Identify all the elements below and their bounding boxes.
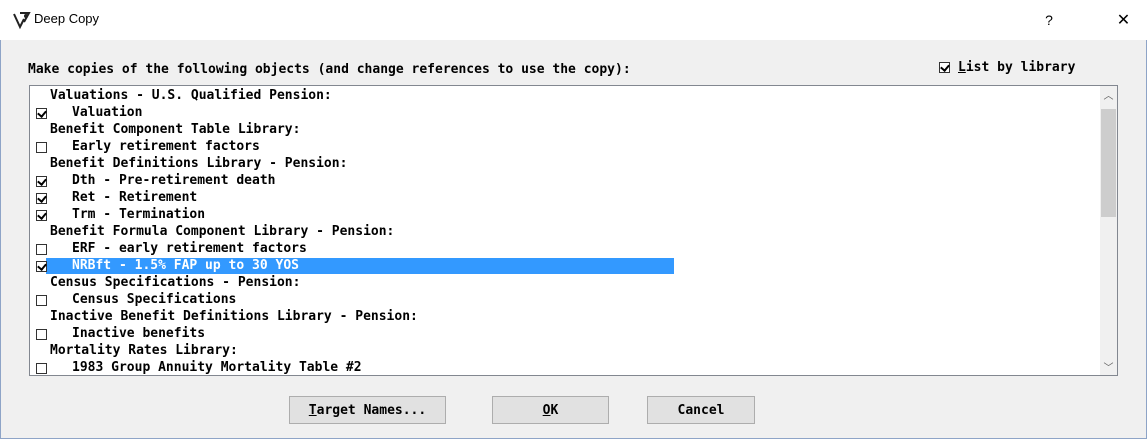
list-item[interactable]: Valuation (30, 105, 1100, 122)
vertical-scrollbar[interactable]: ︿ ﹀ (1100, 86, 1117, 375)
close-button[interactable]: ✕ (1100, 0, 1147, 40)
list-item[interactable]: Trm - Termination (30, 207, 1100, 224)
list-item-label: Trm - Termination (72, 207, 206, 222)
list-item-checkbox[interactable] (36, 329, 47, 340)
window-title: Deep Copy (34, 11, 100, 26)
list-group-header: Inactive Benefit Definitions Library - P… (30, 309, 1100, 326)
list-by-library-check-icon[interactable] (939, 62, 950, 73)
list-item[interactable]: Inactive benefits (30, 326, 1100, 343)
list-item-checkbox[interactable] (36, 108, 47, 119)
group-header-label: Benefit Definitions Library - Pension: (50, 156, 348, 171)
app-logo-icon (13, 12, 31, 30)
list-item[interactable]: ERF - early retirement factors (30, 241, 1100, 258)
list-item-label: NRBft - 1.5% FAP up to 30 YOS (72, 258, 299, 273)
list-item-label: Ret - Retirement (72, 190, 198, 205)
list-item-label: 1983 Group Annuity Mortality Table #2 (72, 360, 362, 375)
list-item-label: ERF - early retirement factors (72, 241, 307, 256)
list-item-label: Valuation (72, 105, 143, 120)
list-group-header: Benefit Definitions Library - Pension: (30, 156, 1100, 173)
ok-button[interactable]: OK (492, 396, 609, 424)
target-names-button[interactable]: Target Names... (289, 396, 446, 424)
list-item-checkbox[interactable] (36, 261, 47, 272)
list-group-header: Valuations - U.S. Qualified Pension: (30, 88, 1100, 105)
group-header-label: Valuations - U.S. Qualified Pension: (50, 88, 332, 103)
list-group-header: Benefit Component Table Library: (30, 122, 1100, 139)
list-group-header: Benefit Formula Component Library - Pens… (30, 224, 1100, 241)
objects-listbox[interactable]: Valuations - U.S. Qualified Pension: Valu… (29, 85, 1118, 376)
title-bar[interactable]: Deep Copy ? ✕ (0, 0, 1147, 40)
group-header-label: Inactive Benefit Definitions Library - P… (50, 309, 418, 324)
list-item-checkbox[interactable] (36, 244, 47, 255)
list-item-checkbox[interactable] (36, 295, 47, 306)
chevron-up-icon[interactable]: ︿ (1100, 86, 1117, 103)
list-item-label: Early retirement factors (72, 139, 260, 154)
list-item-label: Census Specifications (72, 292, 237, 307)
chevron-down-icon[interactable]: ﹀ (1100, 358, 1117, 375)
group-header-label: Census Specifications - Pension: (50, 275, 301, 290)
group-header-label: Benefit Component Table Library: (50, 122, 301, 137)
list-item[interactable]: 1983 Group Annuity Mortality Table #2 (30, 360, 1100, 375)
list-item[interactable]: Census Specifications (30, 292, 1100, 309)
list-item-checkbox[interactable] (36, 363, 47, 374)
list-item-label: Dth - Pre-retirement death (72, 173, 276, 188)
list-by-library-label: List by library (958, 60, 1076, 75)
list-item[interactable]: Dth - Pre-retirement death (30, 173, 1100, 190)
group-header-label: Benefit Formula Component Library - Pens… (50, 224, 395, 239)
list-item-checkbox[interactable] (36, 210, 47, 221)
list-item-checkbox[interactable] (36, 193, 47, 204)
list-item[interactable]: Ret - Retirement (30, 190, 1100, 207)
help-button[interactable]: ? (1029, 0, 1069, 40)
list-item-checkbox[interactable] (36, 176, 47, 187)
list-item-checkbox[interactable] (36, 142, 47, 153)
list-item[interactable]: NRBft - 1.5% FAP up to 30 YOS (30, 258, 1100, 275)
list-item[interactable]: Early retirement factors (30, 139, 1100, 156)
instruction-text: Make copies of the following objects (an… (28, 62, 631, 77)
list-group-header: Census Specifications - Pension: (30, 275, 1100, 292)
list-group-header: Mortality Rates Library: (30, 343, 1100, 360)
list-item-label: Inactive benefits (72, 326, 206, 341)
list-by-library-checkbox[interactable]: List by library (939, 60, 1075, 75)
scroll-thumb[interactable] (1101, 109, 1116, 217)
cancel-button[interactable]: Cancel (647, 396, 755, 424)
group-header-label: Mortality Rates Library: (50, 343, 238, 358)
